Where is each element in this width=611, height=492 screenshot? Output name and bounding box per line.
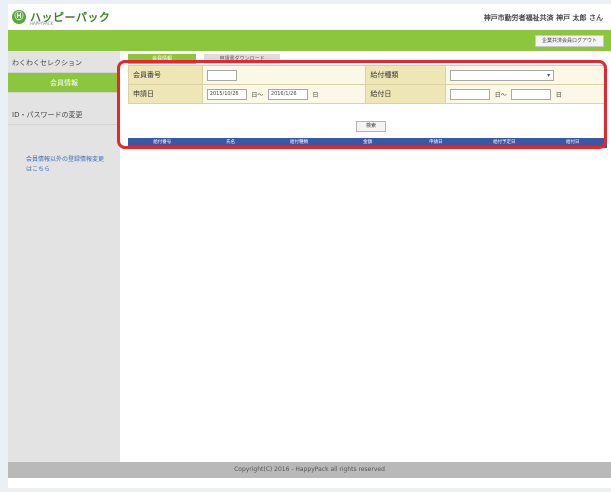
- sidebar: わくわくセレクション 会員情報 ID・パスワードの変更 会員情報以外の登録情報変…: [8, 51, 120, 462]
- highlight-outline: [117, 60, 607, 149]
- header: Ⓗ ハッピーパック HAPPYPACK 神戸市勤労者福祉共済 神戸 太郎 さん: [8, 4, 611, 30]
- logo-subtitle: HAPPYPACK: [30, 21, 54, 26]
- footer: Copyright(C) 2016 - HappyPack all rights…: [8, 462, 611, 478]
- sidebar-other-info-link[interactable]: 会員情報以外の登録情報変更はこちら: [26, 155, 106, 175]
- logo-mark-icon: Ⓗ: [12, 10, 26, 24]
- top-nav-bar: 企業共済会員ログアウト: [8, 30, 611, 51]
- sidebar-item-selection[interactable]: わくわくセレクション: [8, 53, 120, 73]
- logout-button[interactable]: 企業共済会員ログアウト: [534, 35, 604, 47]
- user-info: 神戸市勤労者福祉共済 神戸 太郎 さん: [483, 14, 603, 22]
- sidebar-item-password[interactable]: ID・パスワードの変更: [8, 105, 120, 125]
- logo: Ⓗ ハッピーパック: [12, 9, 110, 25]
- sidebar-item-member-info[interactable]: 会員情報: [8, 73, 120, 93]
